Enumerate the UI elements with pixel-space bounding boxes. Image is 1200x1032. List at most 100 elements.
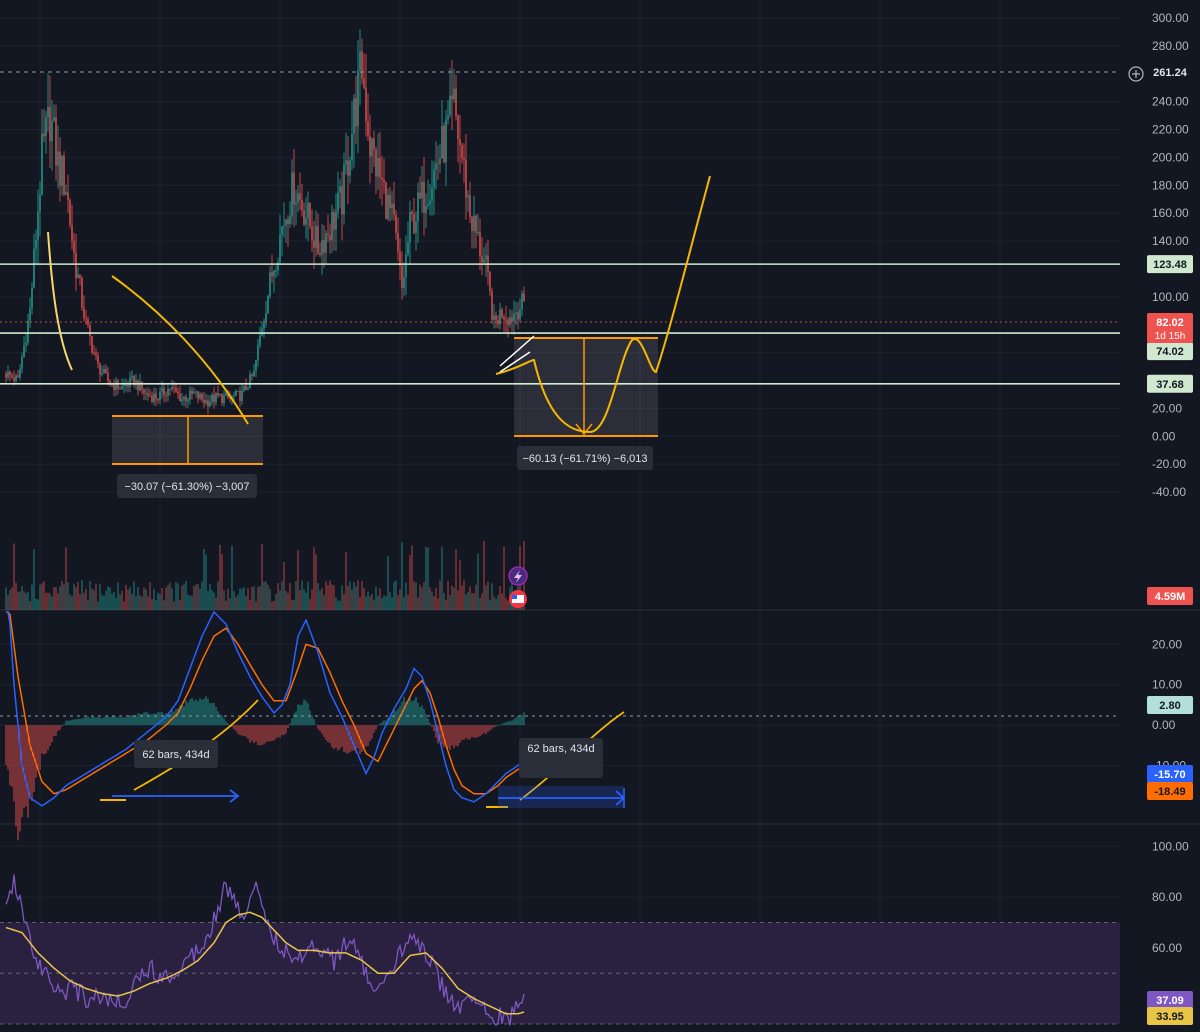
candle-body	[391, 203, 393, 209]
volume-bar	[285, 590, 287, 610]
macd-hist-bar	[185, 700, 187, 726]
volume-bar	[389, 591, 391, 610]
macd-hist-bar	[303, 699, 305, 726]
volume-bar	[165, 587, 167, 610]
volume-bar	[41, 583, 43, 610]
macd-hist-bar	[415, 696, 417, 726]
macd-hist-bar	[471, 725, 473, 738]
axis-tick-price-6: 160.00	[1152, 206, 1189, 220]
macd-hist-bar	[5, 725, 7, 765]
volume-bar	[201, 581, 203, 610]
macd-hist-bar	[281, 725, 283, 736]
candle-body	[189, 390, 191, 400]
volume-bar	[175, 582, 177, 610]
volume-bar	[461, 585, 463, 610]
macd-hist-bar	[285, 725, 287, 734]
volume-bar	[297, 549, 299, 610]
candle-body	[341, 186, 343, 215]
macd-hist-bar	[175, 709, 177, 726]
candle-body	[473, 215, 475, 231]
candle-body	[509, 317, 511, 326]
macd-hist-bar	[65, 720, 67, 726]
volume-bar	[407, 594, 409, 610]
macd-hist-bar	[485, 725, 487, 735]
volume-bar	[131, 593, 133, 610]
volume-bar	[139, 595, 141, 610]
candle-body	[423, 181, 425, 213]
candle-body	[141, 381, 143, 390]
candle-body	[357, 70, 359, 127]
macd-hist-bar	[299, 704, 301, 726]
volume-bar	[129, 587, 131, 610]
macd-hist-bar	[275, 725, 277, 739]
volume-bar	[187, 594, 189, 610]
macd-hist-bar	[295, 711, 297, 726]
candle-body	[245, 386, 247, 390]
candle-body	[175, 387, 177, 392]
candle-body	[45, 117, 47, 137]
volume-bar	[405, 582, 407, 610]
macd-hist-bar	[85, 717, 87, 726]
volume-bar	[397, 595, 399, 610]
macd-hist-bar	[223, 718, 225, 726]
candle-body	[253, 370, 255, 376]
volume-bar	[69, 594, 71, 610]
volume-bar	[307, 581, 309, 610]
candle-body	[301, 199, 303, 211]
us-flag-icon[interactable]	[509, 590, 527, 608]
macd-hist-bar	[325, 725, 327, 740]
volume-bar	[115, 597, 117, 610]
volume-bar	[243, 587, 245, 610]
macd-hist-bar	[457, 725, 459, 747]
volume-bar	[235, 596, 237, 610]
macd-hist-bar	[253, 725, 255, 744]
price-axis[interactable]: 300.00 280.00 240.00 220.00 200.00 180.00 160.…	[1152, 11, 1189, 1006]
candle-body	[143, 389, 145, 394]
candle-body	[431, 187, 433, 201]
volume-bar	[483, 540, 485, 610]
volume-bar	[113, 592, 115, 610]
volume-bar	[335, 597, 337, 610]
candle-body	[73, 240, 75, 253]
candle-body	[449, 95, 451, 116]
candle-body	[37, 211, 39, 240]
macd-hist-bar	[265, 725, 267, 743]
add-alert-icon[interactable]	[1128, 66, 1144, 82]
macd-hist-bar	[75, 719, 77, 726]
candle-body	[371, 138, 373, 157]
macd-hist-bar	[449, 725, 451, 751]
candle-body	[259, 335, 261, 346]
candle-body	[159, 391, 161, 401]
volume-bar	[135, 596, 137, 610]
macd-hist-bar	[131, 715, 133, 726]
volume-bar	[361, 581, 363, 610]
candle-body	[39, 194, 41, 212]
volume-bar	[471, 592, 473, 610]
volume-bar	[453, 587, 455, 610]
macd-hist-bar	[311, 715, 313, 726]
level-tag-3: 37.68	[1156, 379, 1184, 391]
candle-body	[63, 155, 65, 195]
candle-body	[349, 160, 351, 176]
macd-hist-bar	[129, 715, 131, 726]
candle-body	[193, 392, 195, 394]
volume-bar	[493, 596, 495, 610]
volume-bar	[379, 588, 381, 610]
range-label-right: 62 bars, 434d	[527, 743, 594, 755]
candle-body	[415, 221, 417, 234]
volume-bar	[489, 600, 491, 610]
candle-body	[377, 157, 379, 177]
volume-bar	[359, 597, 361, 610]
macd-hist-bar	[95, 717, 97, 726]
macd-hist-bar	[289, 723, 291, 726]
macd-hist-bar	[137, 713, 139, 726]
volume-bar	[205, 554, 207, 610]
lightning-icon[interactable]	[508, 566, 528, 586]
volume-bar	[441, 546, 443, 610]
macd-hist-bar	[161, 711, 163, 726]
volume-bar	[399, 589, 401, 610]
volume-bar	[111, 593, 113, 610]
volume-bar	[403, 597, 405, 610]
candle-body	[113, 384, 115, 390]
macd-hist-bar	[87, 716, 89, 726]
